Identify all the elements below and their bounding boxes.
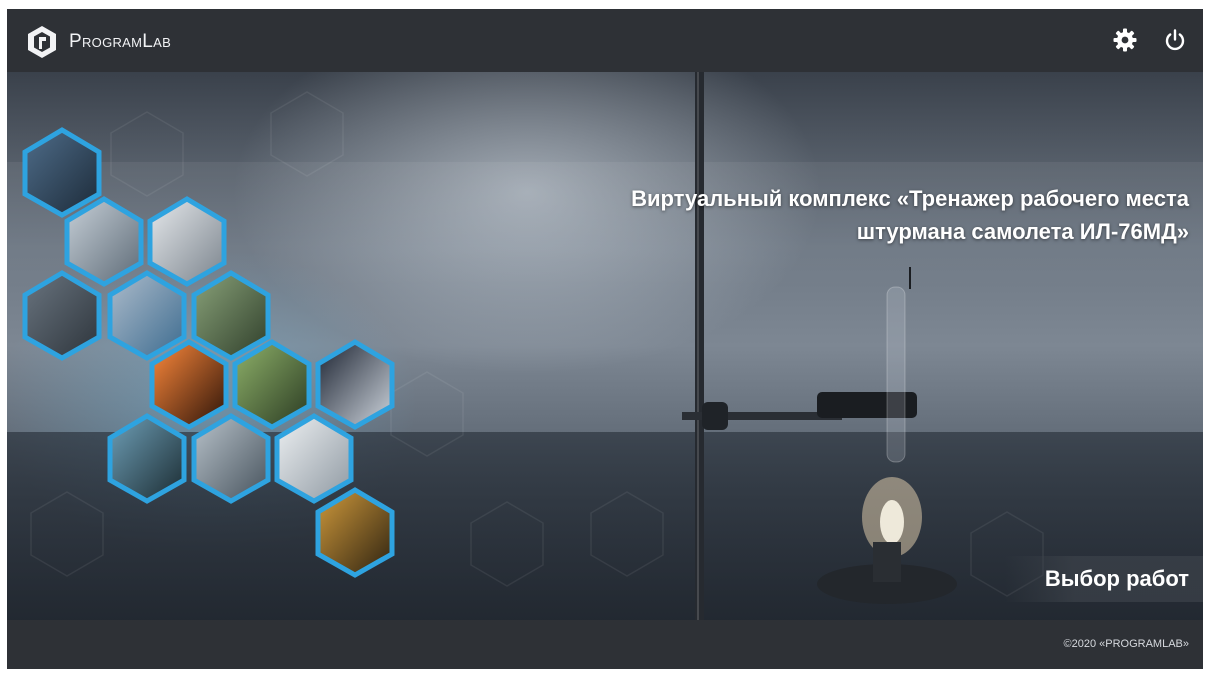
footer-bar: ©2020 «PROGRAMLAB» <box>7 620 1203 669</box>
page-title-line-2: штурмана самолета ИЛ-76МД» <box>856 219 1189 244</box>
workstation-thumbnail[interactable] <box>22 270 102 361</box>
copyright-text: ©2020 «PROGRAMLAB» <box>1063 638 1190 650</box>
lab-room-thumbnail[interactable] <box>107 270 187 361</box>
top-bar: ProgramLab <box>7 9 1203 72</box>
settings-gear-icon[interactable] <box>1112 27 1138 53</box>
lab-stand-thumbnail[interactable] <box>64 196 144 287</box>
control-desk-thumbnail[interactable] <box>22 127 102 218</box>
power-icon[interactable] <box>1162 27 1188 53</box>
pump-jack-thumbnail[interactable] <box>191 270 271 361</box>
app-window: ProgramLab Виртуальный комплекс «Тренаже… <box>7 9 1203 669</box>
equipment-rack-thumbnail[interactable] <box>274 413 354 504</box>
background-scene: Виртуальный комплекс «Тренажер рабочего … <box>7 72 1203 620</box>
page-title-line-1: Виртуальный комплекс «Тренажер рабочего … <box>631 186 1189 211</box>
building-frame-thumbnail[interactable] <box>191 413 271 504</box>
tanker-ship-thumbnail[interactable] <box>107 413 187 504</box>
select-works-button[interactable]: Выбор работ <box>1004 556 1203 602</box>
furnace-thumbnail[interactable] <box>149 339 229 430</box>
brand-name: ProgramLab <box>69 31 172 52</box>
substation-thumbnail[interactable] <box>232 339 312 430</box>
logo-icon <box>28 26 56 58</box>
mining-machine-thumbnail[interactable] <box>315 487 395 578</box>
thumbnail-honeycomb <box>22 127 395 578</box>
page-title: Виртуальный комплекс «Тренажер рабочего … <box>549 182 1189 248</box>
rocket-engines-thumbnail[interactable] <box>315 339 395 430</box>
conveyor-model-thumbnail[interactable] <box>147 196 227 287</box>
